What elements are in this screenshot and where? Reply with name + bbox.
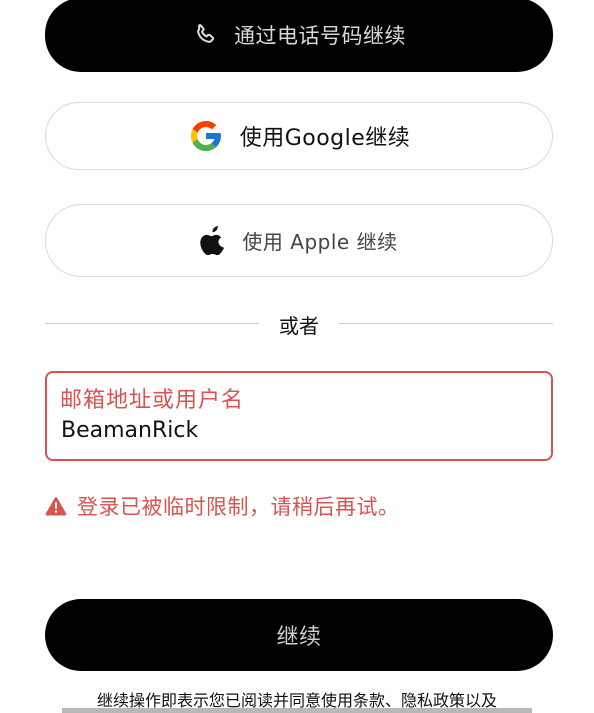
login-screen: 通过电话号码继续 使用Google继续 使用 Apple 继续 或者 邮箱地址或…	[0, 0, 594, 713]
apple-logo-icon	[200, 225, 226, 256]
continue-with-google-label: 使用Google继续	[239, 126, 411, 151]
warning-icon	[45, 496, 67, 516]
continue-with-google-button[interactable]: 使用Google继续	[45, 102, 553, 170]
email-or-username-field[interactable]: 邮箱地址或用户名 BeamanRick	[45, 371, 553, 461]
divider-text: 或者	[279, 314, 319, 338]
error-message: 登录已被临时限制，请稍后再试。	[45, 490, 400, 522]
phone-icon	[192, 22, 218, 48]
continue-with-phone-button[interactable]: 通过电话号码继续	[45, 0, 553, 72]
email-field-label: 邮箱地址或用户名	[60, 388, 245, 413]
continue-button[interactable]: 继续	[45, 599, 553, 671]
error-text: 登录已被临时限制，请稍后再试。	[77, 495, 400, 519]
continue-with-apple-label: 使用 Apple 继续	[242, 230, 398, 254]
email-field-value[interactable]: BeamanRick	[61, 418, 198, 443]
continue-with-phone-label: 通过电话号码继续	[234, 24, 406, 48]
or-divider: 或者	[45, 308, 553, 338]
bottom-scroll-bar	[62, 708, 532, 713]
continue-with-apple-button[interactable]: 使用 Apple 继续	[45, 204, 553, 277]
google-logo-icon	[188, 118, 224, 154]
continue-button-label: 继续	[276, 625, 322, 650]
